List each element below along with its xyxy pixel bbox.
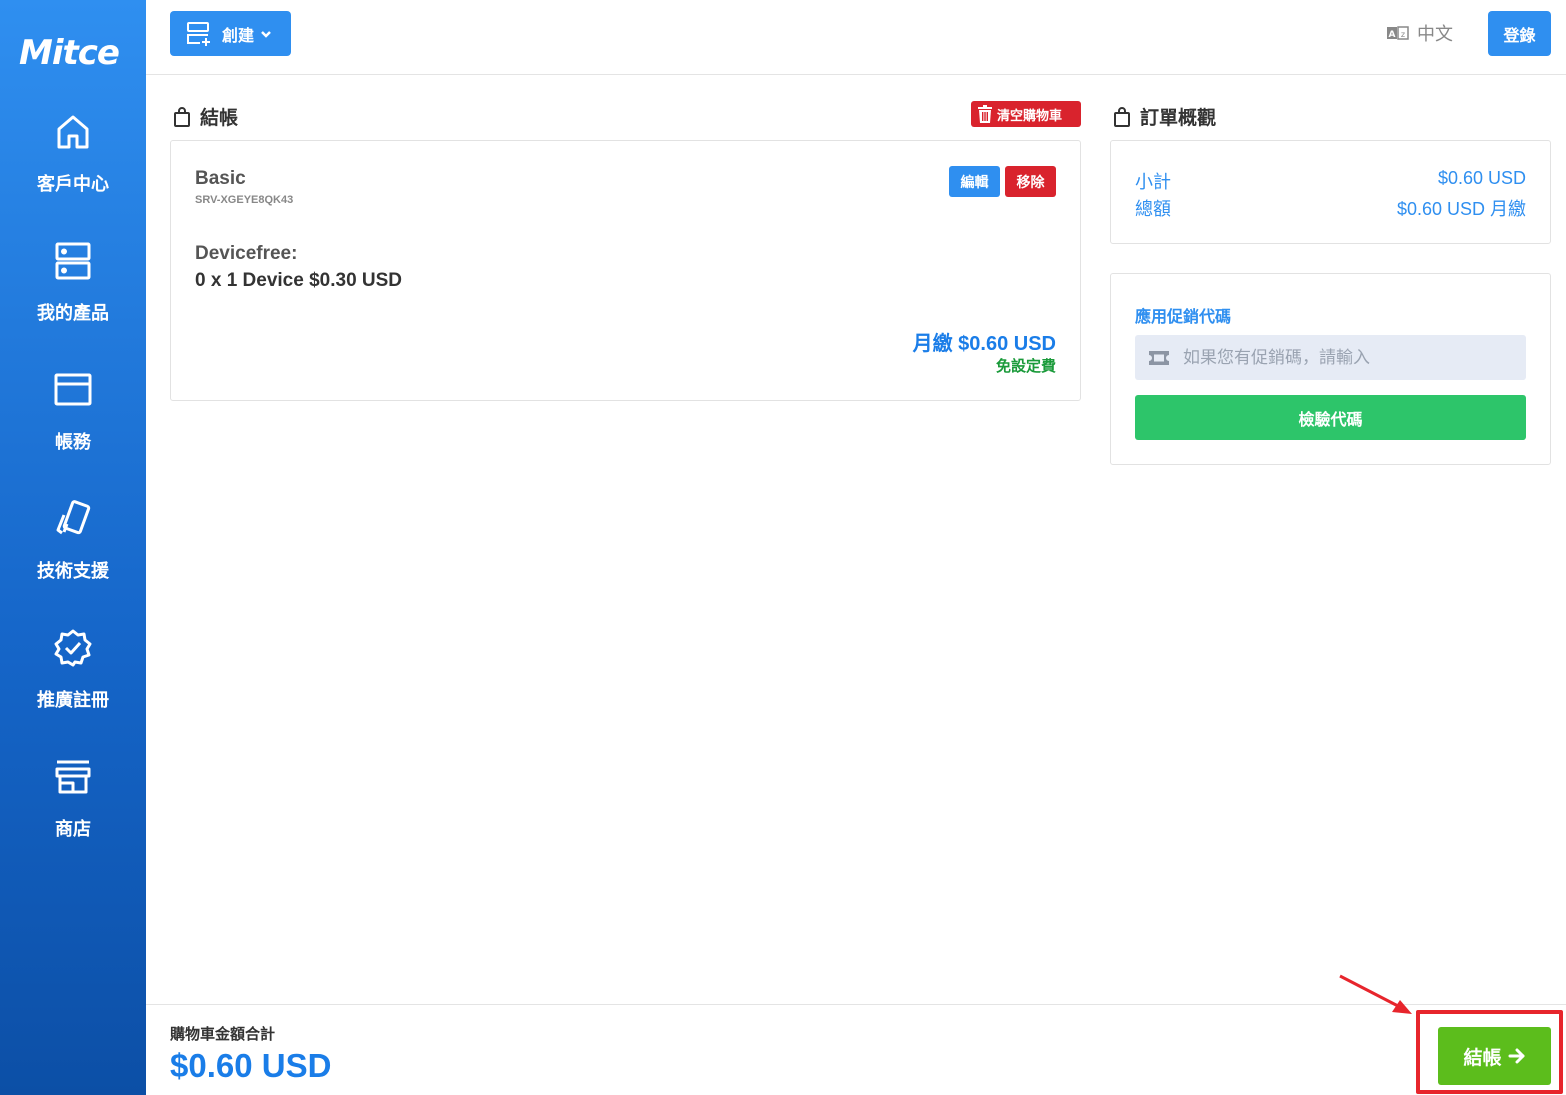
top-header: 創建 A z 中文 登錄	[146, 0, 1566, 75]
promo-title: 應用促銷代碼	[1135, 309, 1232, 326]
server-add-icon	[187, 21, 210, 46]
sidebar-item-client-center[interactable]: 客戶中心	[0, 112, 146, 196]
badge-check-icon	[54, 629, 92, 667]
svg-text:A: A	[1389, 30, 1396, 40]
sidebar-item-my-products[interactable]: 我的產品	[0, 241, 146, 325]
trash-icon	[978, 105, 992, 123]
remove-item-button[interactable]: 移除	[1005, 166, 1056, 197]
sidebar-item-store[interactable]: 商店	[0, 757, 146, 841]
cart-item-card: Basic SRV-XGEYE8QK43 Devicefree: 0 x 1 D…	[170, 140, 1081, 401]
subtotal-label: 小計	[1135, 172, 1171, 192]
server-icon	[55, 242, 91, 280]
setup-fee-note: 免設定費	[995, 358, 1056, 375]
product-option-label: Devicefree:	[195, 243, 298, 264]
chevron-down-icon	[261, 30, 271, 38]
credit-card-icon	[54, 373, 92, 406]
promo-input-wrapper	[1135, 335, 1526, 380]
product-name: Basic	[195, 168, 246, 189]
sidebar-item-label: 技術支援	[37, 561, 109, 581]
shopping-bag-icon	[174, 106, 190, 127]
language-label: 中文	[1417, 24, 1453, 44]
sidebar: Mitce 客戶中心 我的產品 帳務 技術支援 推廣註冊 商店	[0, 0, 146, 1095]
checkout-heading: 結帳	[173, 103, 238, 130]
total-label: 總額	[1135, 199, 1171, 219]
subtotal-value: $0.60 USD	[1437, 168, 1526, 188]
sidebar-item-label: 我的產品	[37, 303, 109, 323]
home-icon	[57, 115, 89, 149]
cart-footer: 購物車金額合計 $0.60 USD 結帳	[146, 1004, 1566, 1095]
subtotal-row: 小計 $0.60 USD	[1135, 168, 1526, 194]
order-summary-heading: 訂單概觀	[1113, 103, 1216, 130]
promo-code-card: 應用促銷代碼 檢驗代碼	[1110, 273, 1551, 465]
cards-icon	[56, 500, 91, 535]
shopping-bag-icon	[1114, 106, 1130, 127]
sidebar-item-label: 帳務	[55, 432, 91, 452]
create-label: 創建	[222, 27, 255, 45]
translate-icon: A z	[1387, 26, 1409, 40]
annotation-highlight-box	[1416, 1010, 1563, 1094]
total-value: $0.60 USD 月繳	[1396, 199, 1526, 219]
svg-text:z: z	[1401, 30, 1405, 39]
login-button[interactable]: 登錄	[1488, 11, 1551, 56]
verify-code-button[interactable]: 檢驗代碼	[1135, 395, 1526, 440]
sidebar-item-affiliate[interactable]: 推廣註冊	[0, 628, 146, 712]
annotation-arrow	[1339, 974, 1412, 1014]
clear-cart-label: 清空購物車	[997, 107, 1063, 123]
ticket-icon	[1149, 350, 1169, 365]
sidebar-item-label: 客戶中心	[37, 174, 109, 194]
edit-item-button[interactable]: 編輯	[949, 166, 1000, 197]
language-selector[interactable]: A z 中文	[1387, 20, 1453, 46]
sidebar-item-label: 商店	[55, 819, 91, 839]
product-option-value: 0 x 1 Device $0.30 USD	[195, 270, 403, 291]
total-row: 總額 $0.60 USD 月繳	[1135, 195, 1526, 221]
brand-logo[interactable]: Mitce	[14, 30, 124, 76]
sidebar-item-support[interactable]: 技術支援	[0, 499, 146, 583]
service-id: SRV-XGEYE8QK43	[195, 194, 294, 206]
sidebar-item-billing[interactable]: 帳務	[0, 370, 146, 454]
cart-total-label: 購物車金額合計	[170, 1026, 276, 1043]
create-dropdown-button[interactable]: 創建	[170, 11, 291, 56]
store-icon	[55, 760, 91, 794]
cart-total-value: $0.60 USD	[170, 1047, 332, 1084]
order-summary-card: 小計 $0.60 USD 總額 $0.60 USD 月繳	[1110, 140, 1551, 244]
clear-cart-button[interactable]: 清空購物車	[971, 101, 1081, 127]
sidebar-item-label: 推廣註冊	[37, 690, 109, 710]
item-price: 月繳 $0.60 USD	[912, 333, 1056, 355]
promo-code-input[interactable]	[1183, 347, 1503, 368]
order-summary-title: 訂單概觀	[1140, 108, 1217, 129]
checkout-title: 結帳	[200, 108, 239, 129]
